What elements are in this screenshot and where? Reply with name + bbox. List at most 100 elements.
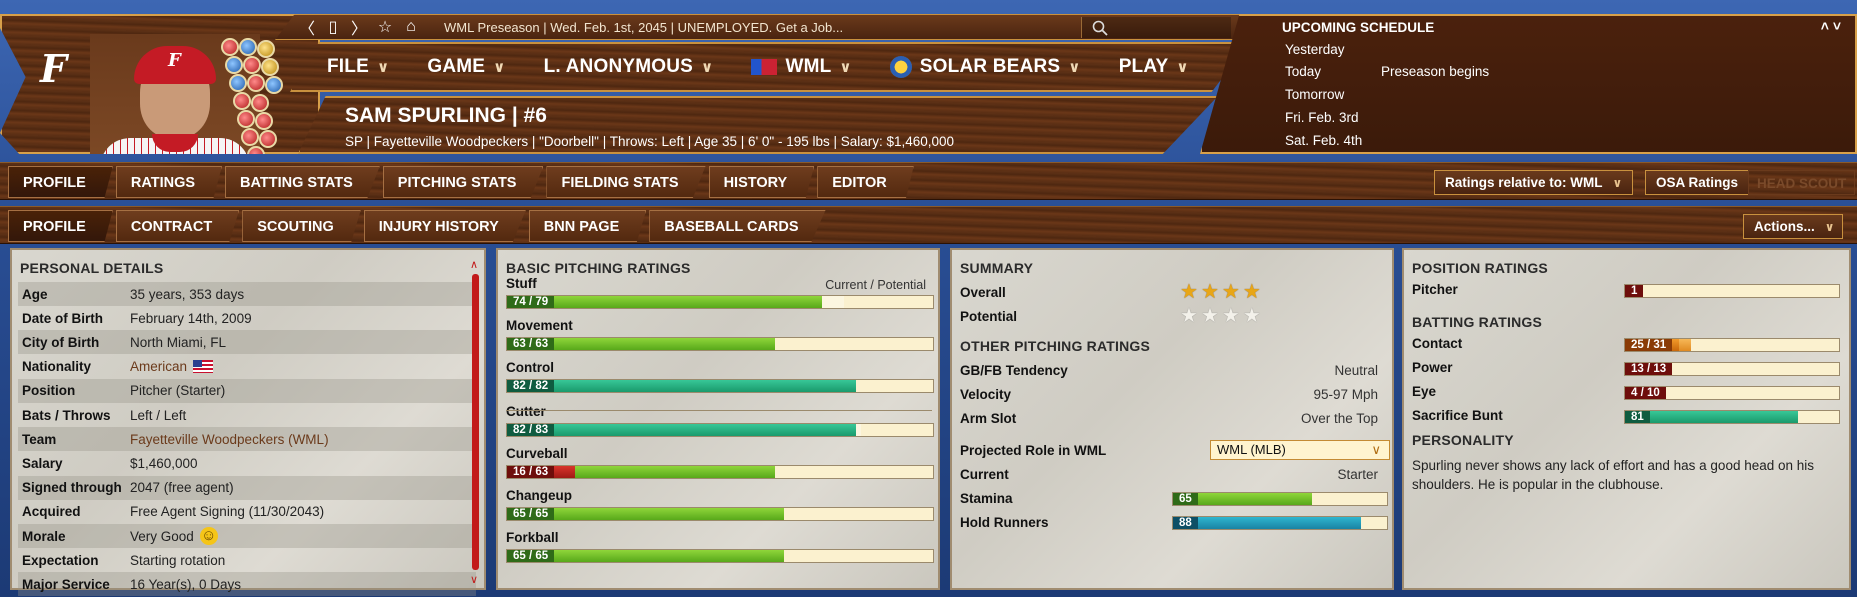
award-badges (217, 36, 297, 154)
personal-details-panel: PERSONAL DETAILS Age 35 years, 353 days Da… (10, 248, 486, 597)
rating-name: Cutter (506, 404, 546, 419)
bar-fill-potential (822, 296, 844, 308)
back-icon[interactable]: 〈 (294, 15, 320, 39)
star-icon: ★ (1180, 305, 1198, 327)
detail-value: 2047 (free agent) (130, 480, 234, 496)
pitching-ratings-panel: BASIC PITCHING RATINGS Current / Potenti… (496, 248, 940, 590)
home-icon[interactable]: ⌂ (398, 18, 424, 36)
batting-ratings-title: BATTING RATINGS (1412, 314, 1543, 330)
star-icon: ★ (1242, 281, 1261, 303)
tab-fielding-stats[interactable]: FIELDING STATS (546, 166, 706, 198)
us-flag-icon (193, 360, 214, 374)
menu-game[interactable]: GAME ∨ (427, 56, 505, 78)
search-input[interactable] (1081, 17, 1231, 38)
subtab-contract[interactable]: CONTRACT (115, 210, 240, 242)
menu-league[interactable]: WML ∨ (751, 56, 852, 78)
detail-value[interactable]: Fayetteville Woodpeckers (WML) (130, 432, 329, 447)
detail-value: American (130, 359, 214, 374)
subtab-bnn-page[interactable]: BNN PAGE (528, 210, 647, 242)
tab-editor[interactable]: EDITOR (817, 166, 914, 198)
hold-runners-bar: 88 (1172, 516, 1388, 530)
bar-value: 65 (1173, 493, 1198, 505)
subtab-scouting[interactable]: SCOUTING (242, 210, 361, 242)
scroll-down-icon[interactable]: ∨ (470, 573, 478, 586)
menu-team[interactable]: SOLAR BEARS ∨ (889, 56, 1081, 78)
projected-role-row: Projected Role in WML WML (MLB) ∨ (960, 440, 1390, 460)
chevron-down-icon: ∨ (701, 59, 714, 76)
star-icon: ★ (1221, 281, 1240, 303)
summary-panel: SUMMARY Overall ★ ★ ★ ★ Potential ★ ★ ★ ★ OTHE… (950, 248, 1394, 590)
primary-tab-bar: PROFILE RATINGS BATTING STATS PITCHING S… (0, 162, 1857, 200)
forward-icon[interactable]: 〉 (346, 15, 372, 39)
bar-fill-potential (856, 424, 861, 436)
head-scout-button[interactable]: HEAD SCOUT (1748, 170, 1856, 195)
projected-role-select[interactable]: WML (MLB) ∨ (1210, 440, 1390, 460)
actions-button[interactable]: Actions... ∨ (1743, 214, 1843, 239)
detail-value: Very Good ☺ (130, 527, 218, 545)
detail-value: February 14th, 2009 (130, 310, 252, 326)
bar-fill-current (1625, 411, 1799, 423)
tab-pitching-stats[interactable]: PITCHING STATS (382, 166, 544, 198)
star-icon: ★ (1200, 281, 1219, 303)
rating-bar: 63 / 63 (506, 337, 934, 351)
scrollbar[interactable]: ∧ ∨ (470, 258, 480, 586)
bar-fill-potential (1678, 339, 1692, 351)
menu-file[interactable]: FILE ∨ (327, 56, 389, 78)
rating-bar: 74 / 79 (506, 295, 934, 309)
star-icon: ★ (1242, 305, 1261, 327)
detail-row-major-service: Major Service 16 Year(s), 0 Days (18, 572, 476, 597)
detail-row-acquired: Acquired Free Agent Signing (11/30/2043) (18, 500, 476, 524)
bar-fill-current (507, 380, 857, 392)
bar-value: 81 (1625, 411, 1650, 423)
rating-name: Power (1412, 360, 1453, 375)
schedule-row: Today Preseason begins (1285, 64, 1490, 79)
upcoming-schedule: UPCOMING SCHEDULE ˄ ˅ Yesterday Today Pre… (1200, 14, 1857, 154)
current-role-row: Current Starter (960, 466, 1378, 482)
divider (506, 410, 932, 411)
detail-row-bats-throws: Bats / Throws Left / Left (18, 403, 476, 427)
ratings-relative-select[interactable]: Ratings relative to: WML ∨ (1434, 170, 1634, 195)
player-info: SP | Fayetteville Woodpeckers | "Doorbel… (345, 134, 955, 149)
osa-ratings-button[interactable]: OSA Ratings (1645, 170, 1750, 195)
tab-batting-stats[interactable]: BATTING STATS (225, 166, 380, 198)
detail-row-nationality: Nationality American (18, 355, 476, 379)
bar-value: 74 / 79 (507, 296, 555, 308)
overall-stars: ★ ★ ★ ★ (1180, 282, 1261, 302)
bar-fill-potential (575, 466, 776, 478)
menu-manager[interactable]: L. ANONYMOUS ∨ (544, 56, 714, 78)
tab-profile[interactable]: PROFILE (8, 166, 113, 198)
search-icon (1092, 20, 1108, 36)
schedule-row: Yesterday (1285, 42, 1345, 57)
scroll-up-icon[interactable]: ∧ (470, 258, 478, 271)
subtab-baseball-cards[interactable]: BASEBALL CARDS (649, 210, 826, 242)
detail-label: Expectation (22, 552, 99, 568)
scrollbar-thumb[interactable] (472, 274, 479, 570)
detail-label: Acquired (22, 504, 81, 520)
schedule-collapse-toggle[interactable]: ˄ ˅ (1821, 18, 1841, 34)
rating-name: Stuff (506, 276, 537, 291)
stamina-bar: 65 (1172, 492, 1388, 506)
detail-label: Team (22, 431, 57, 447)
detail-row-age: Age 35 years, 353 days (18, 282, 476, 306)
rating-bar: 82 / 82 (506, 379, 934, 393)
rating-name: Pitcher (1412, 282, 1458, 297)
subtab-profile[interactable]: PROFILE (8, 210, 113, 242)
detail-label: Morale (22, 528, 66, 544)
league-flag-icon (751, 59, 778, 75)
rating-name: Control (506, 360, 554, 375)
chevron-down-icon: ∨ (493, 59, 506, 76)
detail-label: Position (22, 383, 76, 399)
tab-history[interactable]: HISTORY (708, 166, 815, 198)
potential-rating: Potential ★ ★ ★ ★ (960, 305, 1261, 327)
star-icon[interactable]: ☆ (372, 17, 398, 37)
star-icon: ★ (1180, 281, 1198, 303)
bar-value: 82 / 83 (507, 424, 555, 436)
menu-play[interactable]: PLAY ∨ (1119, 56, 1189, 78)
subtab-injury-history[interactable]: INJURY HISTORY (363, 210, 526, 242)
tab-ratings[interactable]: RATINGS (115, 166, 223, 198)
detail-value: Free Agent Signing (11/30/2043) (130, 504, 325, 520)
page-icon[interactable]: ▯ (320, 17, 346, 37)
rating-bar: 82 / 83 (506, 423, 934, 437)
schedule-row: Fri. Feb. 3rd (1285, 110, 1359, 125)
rating-name: Changeup (506, 488, 572, 503)
